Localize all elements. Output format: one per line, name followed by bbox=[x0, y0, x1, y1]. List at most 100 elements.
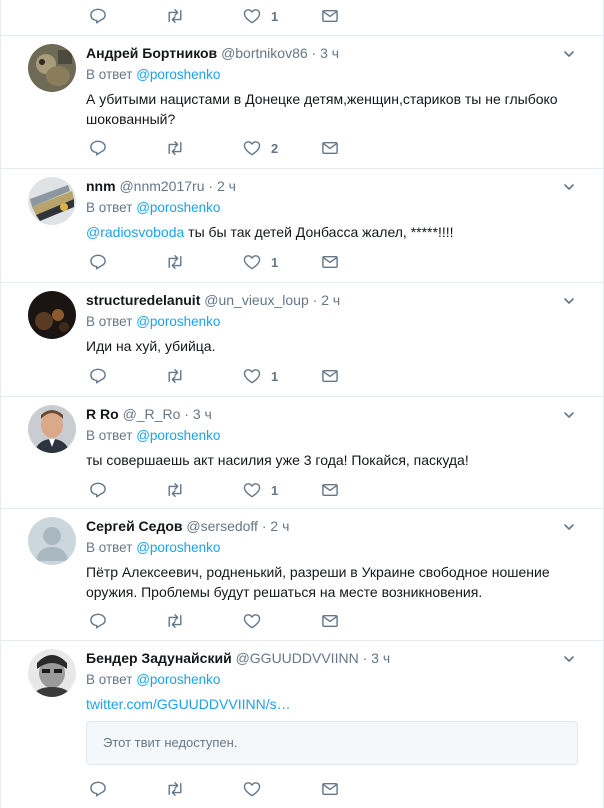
like-icon bbox=[243, 254, 261, 270]
tweet-header: structuredelanuit @un_vieux_loup · 2 ч bbox=[86, 291, 585, 309]
reply-tweet[interactable]: R Ro @_R_Ro · 3 ч В ответ @poroshenko ты… bbox=[1, 397, 603, 509]
reply-to-mention[interactable]: @poroshenko bbox=[136, 672, 220, 687]
reply-to-mention[interactable]: @poroshenko bbox=[136, 314, 220, 329]
reply-button[interactable] bbox=[89, 7, 107, 25]
retweet-button[interactable] bbox=[165, 253, 185, 271]
direct-message-icon bbox=[321, 368, 339, 384]
reply-to-mention[interactable]: @poroshenko bbox=[136, 200, 220, 215]
tweet-header: Андрей Бортников @bortnikov86 · 3 ч bbox=[86, 44, 585, 62]
avatar[interactable] bbox=[28, 405, 76, 453]
unavailable-quote-card[interactable]: Этот твит недоступен. bbox=[86, 721, 578, 765]
author-handle[interactable]: @bortnikov86 bbox=[221, 45, 308, 61]
reply-tweet[interactable]: Бендер Задунайский @GGUUDDVVIINN · 3 ч В… bbox=[1, 641, 603, 808]
author-name[interactable]: structuredelanuit bbox=[86, 292, 200, 308]
mention-link[interactable]: @radiosvoboda bbox=[86, 224, 184, 240]
reply-icon bbox=[89, 482, 107, 498]
tweet-time[interactable]: 2 ч bbox=[321, 292, 340, 308]
reply-button[interactable] bbox=[89, 612, 107, 630]
author-handle[interactable]: @GGUUDDVVIINN bbox=[236, 650, 359, 666]
like-button[interactable] bbox=[243, 612, 271, 630]
tweet-time[interactable]: 3 ч bbox=[320, 45, 339, 61]
avatar[interactable] bbox=[28, 291, 76, 339]
retweet-button[interactable] bbox=[165, 139, 185, 157]
tweet-text: Пётр Алексеевич, родненький, разреши в У… bbox=[86, 562, 585, 602]
tweet-time[interactable]: 2 ч bbox=[217, 178, 236, 194]
separator-dot: · bbox=[312, 292, 318, 308]
tweet-time[interactable]: 3 ч bbox=[193, 406, 212, 422]
author-name[interactable]: Сергей Седов bbox=[86, 518, 183, 534]
like-button[interactable]: 1 bbox=[243, 7, 278, 25]
like-button[interactable]: 1 bbox=[243, 253, 278, 271]
caret-down-icon[interactable] bbox=[563, 653, 575, 665]
like-count: 1 bbox=[271, 368, 279, 384]
reply-icon bbox=[89, 254, 107, 270]
author-name[interactable]: nnm bbox=[86, 178, 116, 194]
reply-tweet[interactable]: nnm @nnm2017ru · 2 ч В ответ @poroshenko… bbox=[1, 169, 603, 283]
reply-to-mention[interactable]: @poroshenko bbox=[136, 67, 220, 82]
like-icon bbox=[243, 8, 261, 24]
avatar[interactable] bbox=[28, 649, 76, 697]
avatar[interactable] bbox=[28, 517, 76, 565]
caret-down-icon[interactable] bbox=[563, 409, 575, 421]
retweet-button[interactable] bbox=[165, 367, 185, 385]
tweet-time[interactable]: 3 ч bbox=[371, 650, 390, 666]
tweet-actions: 2 bbox=[86, 139, 386, 157]
like-button[interactable] bbox=[243, 780, 271, 798]
like-button[interactable]: 2 bbox=[243, 139, 278, 157]
reply-to-mention[interactable]: @poroshenko bbox=[136, 540, 220, 555]
author-name[interactable]: R Ro bbox=[86, 406, 119, 422]
tweet-header: R Ro @_R_Ro · 3 ч bbox=[86, 405, 585, 423]
caret-down-icon[interactable] bbox=[563, 181, 575, 193]
like-button[interactable]: 1 bbox=[243, 367, 278, 385]
tweet-actions: 1 bbox=[86, 7, 386, 25]
reply-button[interactable] bbox=[89, 139, 107, 157]
tweet-text-line: шокованный? bbox=[86, 111, 176, 127]
direct-message-button[interactable] bbox=[321, 780, 339, 798]
reply-prefix: В ответ bbox=[86, 540, 133, 555]
reply-to-mention[interactable]: @poroshenko bbox=[136, 428, 220, 443]
tweet-time[interactable]: 2 ч bbox=[270, 518, 289, 534]
caret-down-icon[interactable] bbox=[563, 295, 575, 307]
direct-message-button[interactable] bbox=[321, 253, 339, 271]
reply-context: В ответ @poroshenko bbox=[86, 671, 585, 689]
reply-button[interactable] bbox=[89, 367, 107, 385]
author-handle[interactable]: @_R_Ro bbox=[123, 406, 181, 422]
author-handle[interactable]: @nnm2017ru bbox=[119, 178, 204, 194]
direct-message-button[interactable] bbox=[321, 481, 339, 499]
previous-tweet-footer: 1 bbox=[1, 0, 603, 36]
direct-message-icon bbox=[321, 254, 339, 270]
avatar[interactable] bbox=[28, 177, 76, 225]
reply-button[interactable] bbox=[89, 481, 107, 499]
retweet-button[interactable] bbox=[165, 481, 185, 499]
retweet-button[interactable] bbox=[165, 780, 185, 798]
author-name[interactable]: Бендер Задунайский bbox=[86, 650, 232, 666]
avatar[interactable] bbox=[28, 44, 76, 92]
tweet-actions bbox=[86, 780, 386, 798]
direct-message-button[interactable] bbox=[321, 612, 339, 630]
reply-context: В ответ @poroshenko bbox=[86, 199, 585, 217]
direct-message-button[interactable] bbox=[321, 367, 339, 385]
reply-tweet[interactable]: structuredelanuit @un_vieux_loup · 2 ч В… bbox=[1, 283, 603, 397]
tweet-actions: 1 bbox=[86, 253, 386, 271]
tweet-text-body: ты бы так детей Донбасса жалел, *****!!!… bbox=[184, 224, 454, 240]
author-handle[interactable]: @sersedoff bbox=[186, 518, 258, 534]
reply-tweet[interactable]: Сергей Седов @sersedoff · 2 ч В ответ @p… bbox=[1, 509, 603, 641]
reply-button[interactable] bbox=[89, 253, 107, 271]
reply-button[interactable] bbox=[89, 780, 107, 798]
caret-down-icon[interactable] bbox=[563, 48, 575, 60]
tweet-link[interactable]: twitter.com/GGUUDDVVIINN/s… bbox=[86, 696, 291, 712]
like-button[interactable]: 1 bbox=[243, 481, 278, 499]
retweet-button[interactable] bbox=[165, 7, 185, 25]
separator-dot: · bbox=[362, 650, 368, 666]
direct-message-button[interactable] bbox=[321, 139, 339, 157]
author-handle[interactable]: @un_vieux_loup bbox=[204, 292, 309, 308]
direct-message-button[interactable] bbox=[321, 7, 339, 25]
tweet-text: ты совершаешь акт насилия уже 3 года! По… bbox=[86, 452, 469, 468]
caret-down-icon[interactable] bbox=[563, 521, 575, 533]
tweet-actions: 1 bbox=[86, 367, 386, 385]
reply-context: В ответ @poroshenko bbox=[86, 66, 585, 84]
reply-tweet[interactable]: Андрей Бортников @bortnikov86 · 3 ч В от… bbox=[1, 36, 603, 169]
tweet-header: Бендер Задунайский @GGUUDDVVIINN · 3 ч bbox=[86, 649, 585, 667]
retweet-button[interactable] bbox=[165, 612, 185, 630]
author-name[interactable]: Андрей Бортников bbox=[86, 45, 217, 61]
